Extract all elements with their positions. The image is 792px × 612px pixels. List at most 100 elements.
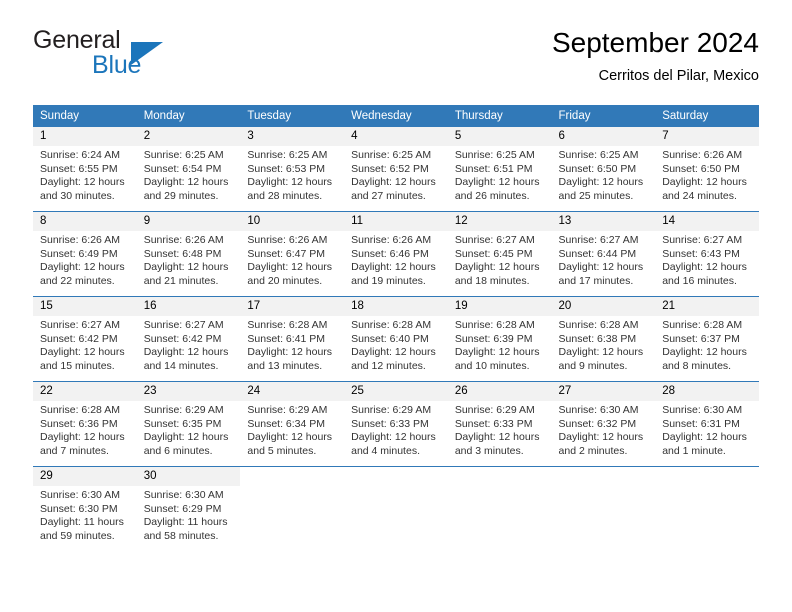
calendar-body: 1 Sunrise: 6:24 AM Sunset: 6:55 PM Dayli…	[33, 127, 759, 553]
day-info: Sunrise: 6:30 AM Sunset: 6:30 PM Dayligh…	[33, 486, 137, 543]
day-cell[interactable]: 12 Sunrise: 6:27 AM Sunset: 6:45 PM Dayl…	[447, 211, 552, 297]
day-cell[interactable]: 14 Sunrise: 6:27 AM Sunset: 6:43 PM Dayl…	[655, 211, 759, 297]
daylight-text: Daylight: 12 hours and 19 minutes.	[351, 261, 436, 287]
day-cell[interactable]: 1 Sunrise: 6:24 AM Sunset: 6:55 PM Dayli…	[33, 127, 137, 212]
day-number: 14	[655, 212, 759, 231]
day-cell[interactable]: 26 Sunrise: 6:29 AM Sunset: 6:33 PM Dayl…	[447, 381, 552, 467]
sunrise-text: Sunrise: 6:26 AM	[662, 149, 743, 161]
day-cell[interactable]: 17 Sunrise: 6:28 AM Sunset: 6:41 PM Dayl…	[240, 296, 345, 382]
weekday-header-row: Sunday Monday Tuesday Wednesday Thursday…	[33, 105, 759, 127]
day-cell[interactable]: 20 Sunrise: 6:28 AM Sunset: 6:38 PM Dayl…	[551, 296, 656, 382]
daylight-text: Daylight: 12 hours and 13 minutes.	[247, 346, 333, 372]
day-cell[interactable]: 30 Sunrise: 6:30 AM Sunset: 6:29 PM Dayl…	[136, 466, 241, 553]
sunset-text: Sunset: 6:42 PM	[143, 332, 222, 345]
sunset-text: Sunset: 6:47 PM	[247, 247, 326, 260]
day-number: 29	[33, 467, 137, 486]
day-cell[interactable]: 6 Sunrise: 6:25 AM Sunset: 6:50 PM Dayli…	[551, 127, 656, 212]
day-cell[interactable]: 10 Sunrise: 6:26 AM Sunset: 6:47 PM Dayl…	[240, 211, 345, 297]
sunset-text: Sunset: 6:51 PM	[454, 162, 533, 175]
day-cell[interactable]: 21 Sunrise: 6:28 AM Sunset: 6:37 PM Dayl…	[655, 296, 759, 382]
day-cell[interactable]: 3 Sunrise: 6:25 AM Sunset: 6:53 PM Dayli…	[240, 127, 345, 212]
sunset-text: Sunset: 6:55 PM	[40, 162, 118, 175]
day-number: 20	[551, 297, 656, 316]
sunset-text: Sunset: 6:46 PM	[351, 247, 429, 260]
day-number: 1	[33, 127, 137, 146]
day-cell[interactable]: 8 Sunrise: 6:26 AM Sunset: 6:49 PM Dayli…	[33, 211, 137, 297]
day-cell[interactable]: 23 Sunrise: 6:29 AM Sunset: 6:35 PM Dayl…	[136, 381, 241, 467]
day-cell-inner	[344, 467, 448, 553]
day-cell-inner: 25 Sunrise: 6:29 AM Sunset: 6:33 PM Dayl…	[344, 382, 448, 466]
page-header: General Blue September 2024 Cerritos del…	[33, 26, 759, 96]
day-cell[interactable]: 28 Sunrise: 6:30 AM Sunset: 6:31 PM Dayl…	[655, 381, 759, 467]
sunrise-text: Sunrise: 6:27 AM	[662, 234, 743, 246]
day-cell[interactable]: 18 Sunrise: 6:28 AM Sunset: 6:40 PM Dayl…	[344, 296, 448, 382]
day-cell[interactable]: 27 Sunrise: 6:30 AM Sunset: 6:32 PM Dayl…	[551, 381, 656, 467]
day-info: Sunrise: 6:27 AM Sunset: 6:42 PM Dayligh…	[137, 316, 241, 373]
day-cell-inner: 9 Sunrise: 6:26 AM Sunset: 6:48 PM Dayli…	[136, 212, 241, 296]
day-number	[240, 467, 344, 486]
day-cell[interactable]: 4 Sunrise: 6:25 AM Sunset: 6:52 PM Dayli…	[344, 127, 448, 212]
day-cell[interactable]: 7 Sunrise: 6:26 AM Sunset: 6:50 PM Dayli…	[655, 127, 759, 212]
day-info: Sunrise: 6:26 AM Sunset: 6:46 PM Dayligh…	[344, 231, 448, 288]
day-cell[interactable]: 5 Sunrise: 6:25 AM Sunset: 6:51 PM Dayli…	[447, 127, 552, 212]
day-cell[interactable]: 2 Sunrise: 6:25 AM Sunset: 6:54 PM Dayli…	[136, 127, 241, 212]
day-cell[interactable]: 29 Sunrise: 6:30 AM Sunset: 6:30 PM Dayl…	[33, 466, 137, 553]
sunrise-text: Sunrise: 6:27 AM	[558, 234, 639, 246]
sunrise-text: Sunrise: 6:29 AM	[351, 404, 432, 416]
day-cell[interactable]: 11 Sunrise: 6:26 AM Sunset: 6:46 PM Dayl…	[344, 211, 448, 297]
day-info: Sunrise: 6:26 AM Sunset: 6:50 PM Dayligh…	[655, 146, 759, 203]
day-info: Sunrise: 6:28 AM Sunset: 6:39 PM Dayligh…	[448, 316, 552, 373]
day-cell-inner: 17 Sunrise: 6:28 AM Sunset: 6:41 PM Dayl…	[240, 297, 345, 381]
sunrise-text: Sunrise: 6:30 AM	[143, 489, 224, 501]
day-cell[interactable]: 19 Sunrise: 6:28 AM Sunset: 6:39 PM Dayl…	[447, 296, 552, 382]
day-cell[interactable]: 22 Sunrise: 6:28 AM Sunset: 6:36 PM Dayl…	[33, 381, 137, 467]
day-cell[interactable]: 15 Sunrise: 6:27 AM Sunset: 6:42 PM Dayl…	[33, 296, 137, 382]
daylight-text: Daylight: 12 hours and 20 minutes.	[247, 261, 333, 287]
day-cell-empty	[447, 466, 552, 553]
sunset-text: Sunset: 6:42 PM	[40, 332, 118, 345]
sunset-text: Sunset: 6:34 PM	[247, 417, 326, 430]
day-info: Sunrise: 6:28 AM Sunset: 6:38 PM Dayligh…	[552, 316, 656, 373]
day-cell-inner: 19 Sunrise: 6:28 AM Sunset: 6:39 PM Dayl…	[447, 297, 552, 381]
day-cell-inner: 26 Sunrise: 6:29 AM Sunset: 6:33 PM Dayl…	[447, 382, 552, 466]
day-info: Sunrise: 6:29 AM Sunset: 6:33 PM Dayligh…	[448, 401, 552, 458]
daylight-text: Daylight: 12 hours and 6 minutes.	[143, 431, 229, 457]
day-number	[344, 467, 448, 486]
day-cell[interactable]: 13 Sunrise: 6:27 AM Sunset: 6:44 PM Dayl…	[551, 211, 656, 297]
sunset-text: Sunset: 6:52 PM	[351, 162, 429, 175]
sunrise-text: Sunrise: 6:25 AM	[558, 149, 639, 161]
brand-logo[interactable]: General Blue	[33, 26, 263, 88]
daylight-text: Daylight: 12 hours and 14 minutes.	[143, 346, 229, 372]
daylight-text: Daylight: 12 hours and 9 minutes.	[558, 346, 644, 372]
week-row: 8 Sunrise: 6:26 AM Sunset: 6:49 PM Dayli…	[33, 211, 759, 297]
day-cell[interactable]: 25 Sunrise: 6:29 AM Sunset: 6:33 PM Dayl…	[344, 381, 448, 467]
day-info: Sunrise: 6:24 AM Sunset: 6:55 PM Dayligh…	[33, 146, 137, 203]
daylight-text: Daylight: 12 hours and 3 minutes.	[454, 431, 540, 457]
day-cell-inner: 22 Sunrise: 6:28 AM Sunset: 6:36 PM Dayl…	[33, 382, 137, 466]
day-number: 13	[551, 212, 656, 231]
day-info: Sunrise: 6:30 AM Sunset: 6:32 PM Dayligh…	[552, 401, 656, 458]
day-cell[interactable]: 24 Sunrise: 6:29 AM Sunset: 6:34 PM Dayl…	[240, 381, 345, 467]
day-info: Sunrise: 6:25 AM Sunset: 6:50 PM Dayligh…	[552, 146, 656, 203]
sunset-text: Sunset: 6:33 PM	[351, 417, 429, 430]
day-cell-inner: 1 Sunrise: 6:24 AM Sunset: 6:55 PM Dayli…	[33, 127, 137, 211]
sunset-text: Sunset: 6:35 PM	[143, 417, 222, 430]
day-number: 25	[344, 382, 448, 401]
day-info: Sunrise: 6:25 AM Sunset: 6:51 PM Dayligh…	[448, 146, 552, 203]
day-cell[interactable]: 9 Sunrise: 6:26 AM Sunset: 6:48 PM Dayli…	[136, 211, 241, 297]
day-cell-inner: 5 Sunrise: 6:25 AM Sunset: 6:51 PM Dayli…	[447, 127, 552, 211]
day-info: Sunrise: 6:26 AM Sunset: 6:48 PM Dayligh…	[137, 231, 241, 288]
day-info: Sunrise: 6:27 AM Sunset: 6:42 PM Dayligh…	[33, 316, 137, 373]
daylight-text: Daylight: 12 hours and 4 minutes.	[351, 431, 436, 457]
day-cell-empty	[344, 466, 448, 553]
day-number: 8	[33, 212, 137, 231]
day-number: 15	[33, 297, 137, 316]
day-cell-inner: 27 Sunrise: 6:30 AM Sunset: 6:32 PM Dayl…	[551, 382, 656, 466]
sunrise-text: Sunrise: 6:30 AM	[40, 489, 120, 501]
day-info: Sunrise: 6:28 AM Sunset: 6:37 PM Dayligh…	[655, 316, 759, 373]
day-cell[interactable]: 16 Sunrise: 6:27 AM Sunset: 6:42 PM Dayl…	[136, 296, 241, 382]
day-number	[552, 467, 656, 486]
sunset-text: Sunset: 6:39 PM	[454, 332, 533, 345]
daylight-text: Daylight: 12 hours and 18 minutes.	[454, 261, 540, 287]
day-number: 27	[551, 382, 656, 401]
